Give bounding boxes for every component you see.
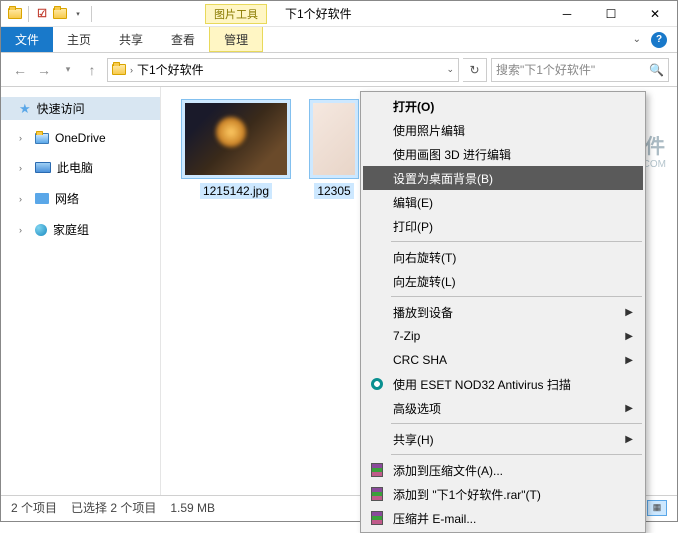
title-bar: ☑ ▾ 图片工具 下1个好软件 ─ ☐ ✕ — [1, 1, 677, 27]
chevron-right-icon: ▶ — [625, 307, 633, 318]
menu-rotate-left[interactable]: 向左旋转(L) — [363, 269, 643, 293]
ribbon-expand-icon[interactable]: ⌄ — [633, 34, 641, 45]
menu-open[interactable]: 打开(O) — [363, 94, 643, 118]
address-bar[interactable]: › 下1个好软件 ⌄ — [107, 58, 459, 82]
sidebar-label: 网络 — [55, 190, 79, 207]
chevron-icon: › — [19, 163, 29, 173]
tab-view[interactable]: 查看 — [157, 27, 209, 52]
thumbnail[interactable] — [181, 99, 291, 179]
tab-home[interactable]: 主页 — [53, 27, 105, 52]
menu-print[interactable]: 打印(P) — [363, 214, 643, 238]
close-button[interactable]: ✕ — [633, 1, 677, 27]
menu-photo-edit[interactable]: 使用照片编辑 — [363, 118, 643, 142]
chevron-right-icon: ▶ — [625, 355, 633, 366]
folder-icon — [112, 64, 126, 75]
folder-icon[interactable] — [52, 6, 68, 22]
forward-button[interactable]: → — [33, 59, 55, 81]
search-input[interactable]: 搜索"下1个好软件" 🔍 — [491, 58, 669, 82]
onedrive-icon — [35, 133, 49, 144]
sidebar-item-onedrive[interactable]: › OneDrive — [1, 128, 160, 148]
file-item[interactable]: 12305 — [309, 99, 359, 199]
sidebar-label: OneDrive — [55, 131, 106, 145]
path-segment[interactable]: 下1个好软件 — [137, 61, 442, 78]
homegroup-icon — [35, 224, 47, 236]
chevron-right-icon: ▶ — [625, 434, 633, 445]
search-placeholder: 搜索"下1个好软件" — [496, 61, 649, 78]
sidebar-item-this-pc[interactable]: › 此电脑 — [1, 156, 160, 179]
menu-rotate-right[interactable]: 向右旋转(T) — [363, 245, 643, 269]
network-icon — [35, 193, 49, 204]
chevron-icon: › — [19, 133, 29, 143]
menu-share[interactable]: 共享(H)▶ — [363, 427, 643, 451]
sidebar-label: 家庭组 — [53, 221, 89, 238]
ribbon-tabs: 文件 主页 共享 查看 管理 ⌄ ? — [1, 27, 677, 53]
file-name[interactable]: 1215142.jpg — [200, 183, 272, 199]
star-icon: ★ — [19, 101, 31, 117]
chevron-icon: › — [19, 225, 29, 235]
contextual-tab-label: 图片工具 — [205, 4, 267, 24]
menu-cast[interactable]: 播放到设备▶ — [363, 300, 643, 324]
winrar-icon — [369, 510, 385, 526]
properties-checkbox[interactable]: ☑ — [34, 6, 50, 22]
refresh-button[interactable]: ↻ — [463, 58, 487, 82]
menu-7zip[interactable]: 7-Zip▶ — [363, 324, 643, 348]
minimize-button[interactable]: ─ — [545, 1, 589, 27]
winrar-icon — [369, 462, 385, 478]
window-title: 下1个好软件 — [285, 5, 352, 22]
tab-manage[interactable]: 管理 — [209, 27, 263, 52]
search-icon[interactable]: 🔍 — [649, 63, 664, 77]
chevron-right-icon: ▶ — [625, 331, 633, 342]
recent-dropdown[interactable]: ▾ — [57, 59, 79, 81]
navigation-bar: ← → ▾ ↑ › 下1个好软件 ⌄ ↻ 搜索"下1个好软件" 🔍 — [1, 53, 677, 87]
path-dropdown-icon[interactable]: ⌄ — [446, 64, 454, 75]
menu-paint3d[interactable]: 使用画图 3D 进行编辑 — [363, 142, 643, 166]
menu-edit[interactable]: 编辑(E) — [363, 190, 643, 214]
view-thumbnails-button[interactable]: ▦ — [647, 500, 667, 516]
menu-set-wallpaper[interactable]: 设置为桌面背景(B) — [363, 166, 643, 190]
context-menu: 打开(O) 使用照片编辑 使用画图 3D 进行编辑 设置为桌面背景(B) 编辑(… — [360, 91, 646, 533]
pc-icon — [35, 162, 51, 173]
eset-icon — [369, 376, 385, 392]
menu-rar-add[interactable]: 添加到压缩文件(A)... — [363, 458, 643, 482]
sidebar-item-homegroup[interactable]: › 家庭组 — [1, 218, 160, 241]
sidebar-item-network[interactable]: › 网络 — [1, 187, 160, 210]
menu-advanced[interactable]: 高级选项▶ — [363, 396, 643, 420]
tab-share[interactable]: 共享 — [105, 27, 157, 52]
back-button[interactable]: ← — [9, 59, 31, 81]
menu-crcsha[interactable]: CRC SHA▶ — [363, 348, 643, 372]
thumbnail[interactable] — [309, 99, 359, 179]
menu-eset-scan[interactable]: 使用 ESET NOD32 Antivirus 扫描 — [363, 372, 643, 396]
selection-size: 1.59 MB — [170, 501, 215, 515]
help-icon[interactable]: ? — [651, 32, 667, 48]
tab-file[interactable]: 文件 — [1, 27, 53, 52]
item-count: 2 个项目 — [11, 499, 57, 516]
file-item[interactable]: 1215142.jpg — [181, 99, 291, 199]
file-name[interactable]: 12305 — [314, 183, 353, 199]
menu-rar-email[interactable]: 压缩并 E-mail... — [363, 506, 643, 530]
chevron-right-icon: ▶ — [625, 403, 633, 414]
folder-icon[interactable] — [7, 6, 23, 22]
sidebar-label: 快速访问 — [37, 100, 85, 117]
sidebar-item-quick-access[interactable]: ★ 快速访问 — [1, 97, 160, 120]
selection-count: 已选择 2 个项目 — [71, 499, 156, 516]
maximize-button[interactable]: ☐ — [589, 1, 633, 27]
winrar-icon — [369, 486, 385, 502]
chevron-icon: › — [19, 194, 29, 204]
quick-access-toolbar: ☑ ▾ — [1, 6, 95, 22]
qat-overflow[interactable]: ▾ — [70, 6, 86, 22]
up-button[interactable]: ↑ — [81, 59, 103, 81]
sidebar-label: 此电脑 — [57, 159, 93, 176]
menu-rar-addto[interactable]: 添加到 "下1个好软件.rar"(T) — [363, 482, 643, 506]
navigation-pane: ★ 快速访问 › OneDrive › 此电脑 › 网络 › 家庭组 — [1, 87, 161, 495]
